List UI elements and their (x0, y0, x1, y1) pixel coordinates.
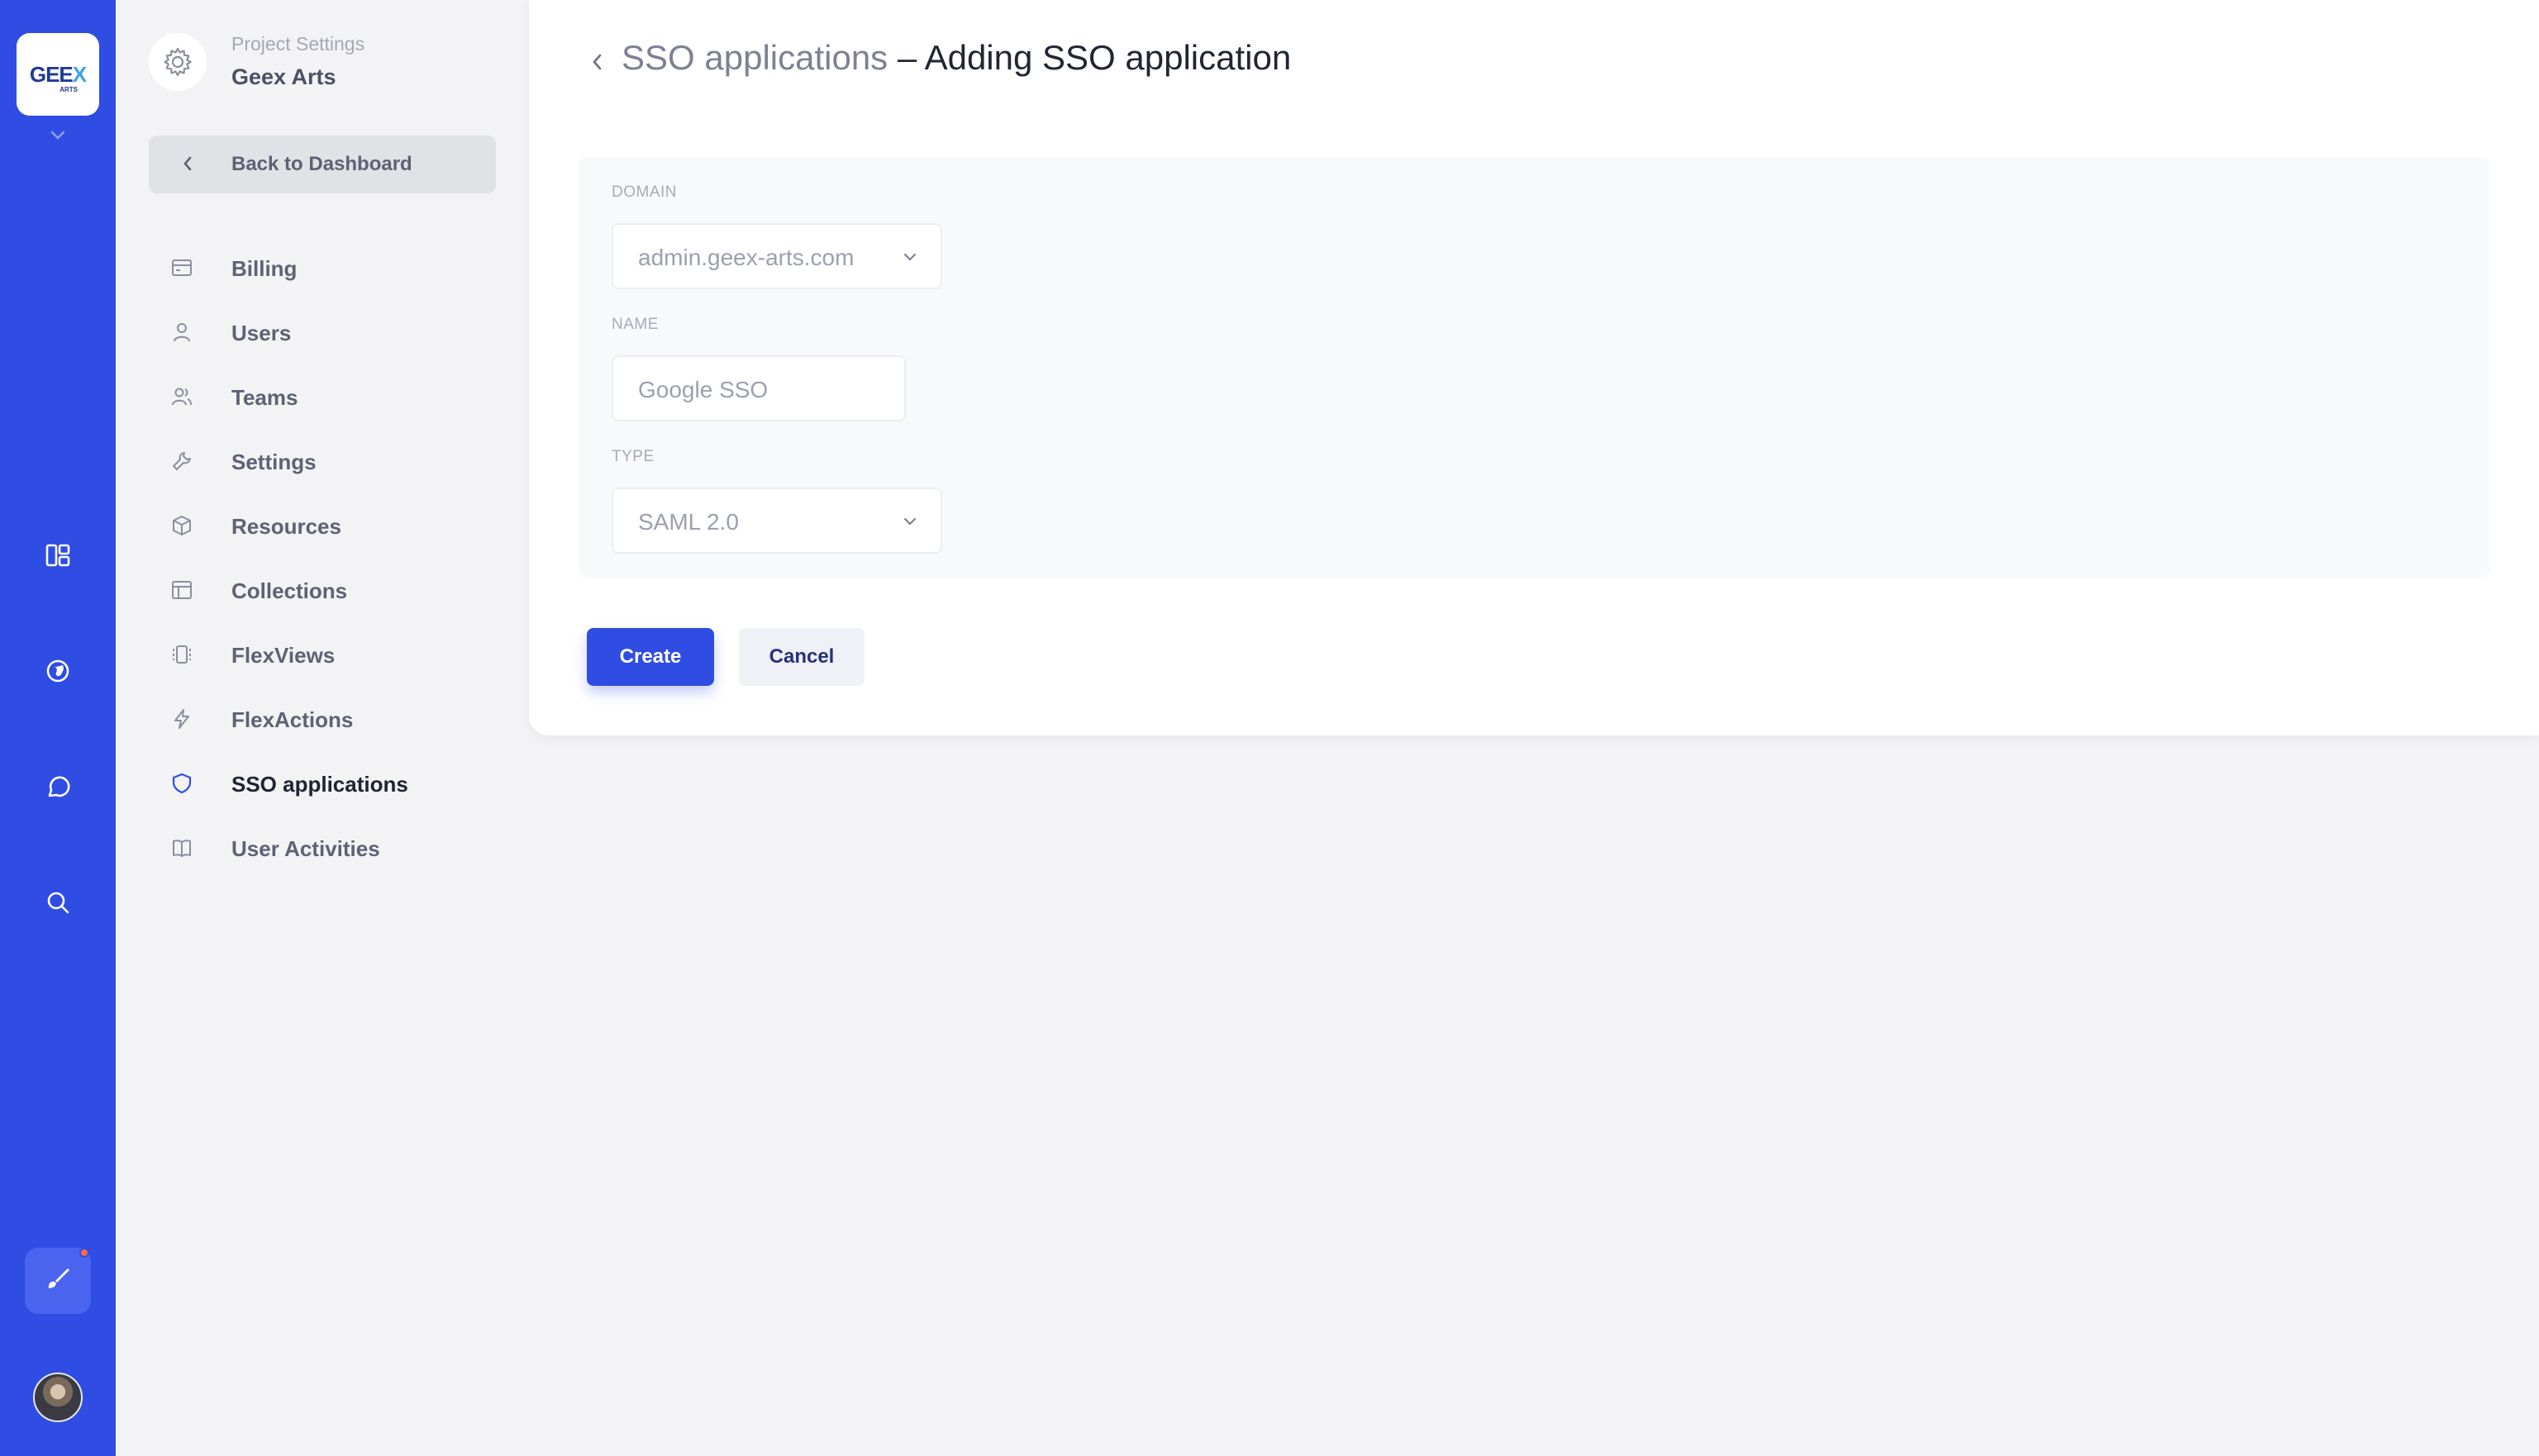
gear-icon (149, 33, 207, 91)
name-input[interactable]: Google SSO (612, 355, 906, 421)
type-select[interactable]: SAML 2.0 (612, 488, 942, 554)
project-name: Geex Arts (231, 64, 336, 89)
type-value: SAML 2.0 (638, 509, 739, 535)
app-rail: GEEX ARTS (0, 0, 116, 1456)
back-to-dashboard-button[interactable]: Back to Dashboard (149, 136, 496, 193)
project-settings-label: Project Settings (231, 33, 365, 55)
sidebar-item-label: Collections (231, 578, 348, 603)
sidebar-item-resources[interactable]: Resources (149, 501, 496, 550)
sidebar-item-settings[interactable]: Settings (149, 436, 496, 486)
user-icon (169, 320, 194, 345)
page-title: SSO applications – Adding SSO applicatio… (622, 38, 1291, 78)
create-button[interactable]: Create (587, 628, 714, 686)
sidebar-item-label: Teams (231, 385, 298, 410)
page-title-suffix: – Adding SSO application (888, 38, 1292, 77)
cube-icon (169, 513, 194, 538)
brush-icon (43, 1264, 73, 1298)
sidebar-item-label: Billing (231, 256, 298, 281)
sidebar-item-label: Resources (231, 514, 341, 539)
sidebar-item-teams[interactable]: Teams (149, 372, 496, 421)
customize-button[interactable] (25, 1248, 91, 1314)
shield-icon (169, 771, 194, 796)
sidebar-item-flexviews[interactable]: FlexViews (149, 630, 496, 679)
sidebar-item-label: FlexActions (231, 707, 354, 732)
globe-icon[interactable] (36, 649, 79, 692)
sidebar-item-billing[interactable]: Billing (149, 243, 496, 293)
domain-label: DOMAIN (612, 183, 677, 201)
chevron-left-icon (182, 155, 193, 177)
sidebar-item-label: Users (231, 321, 292, 345)
name-label: NAME (612, 316, 659, 333)
avatar[interactable] (33, 1373, 83, 1422)
breadcrumb[interactable]: SSO applications (622, 38, 888, 77)
sidebar-item-user-activities[interactable]: User Activities (149, 823, 496, 873)
sidebar-item-label: User Activities (231, 836, 380, 861)
billing-icon (169, 255, 194, 280)
name-placeholder: Google SSO (638, 377, 769, 402)
chat-icon[interactable] (36, 765, 79, 808)
domain-value: admin.geex-arts.com (638, 245, 855, 270)
sidebar-item-collections[interactable]: Collections (149, 565, 496, 615)
sidebar-item-label: SSO applications (231, 772, 408, 797)
table-icon (169, 578, 194, 602)
logo-wordmark: GEEX (29, 62, 87, 87)
sidebar-item-label: Settings (231, 450, 317, 474)
sidebar-item-sso-applications[interactable]: SSO applications (149, 759, 496, 808)
chevron-down-icon (901, 248, 919, 270)
sidebar-item-label: FlexViews (231, 643, 336, 668)
book-icon (169, 835, 194, 860)
back-chevron-icon[interactable] (587, 48, 607, 76)
bolt-icon (169, 707, 194, 731)
teams-icon (169, 384, 194, 409)
type-label: TYPE (612, 448, 655, 465)
domain-select[interactable]: admin.geex-arts.com (612, 223, 942, 289)
dashboard-icon[interactable] (36, 534, 79, 577)
sidebar-item-flexactions[interactable]: FlexActions (149, 694, 496, 744)
wrench-icon (169, 449, 194, 473)
search-icon[interactable] (36, 881, 79, 924)
app-logo[interactable]: GEEX ARTS (17, 33, 99, 116)
logo-subtext: ARTS (60, 86, 78, 93)
sidebar-item-users[interactable]: Users (149, 307, 496, 357)
flexviews-icon (169, 642, 194, 667)
notification-dot (79, 1248, 89, 1258)
back-to-dashboard-label: Back to Dashboard (231, 153, 412, 175)
chevron-down-icon (901, 512, 919, 535)
chevron-down-icon[interactable] (46, 124, 69, 147)
cancel-button[interactable]: Cancel (739, 628, 865, 686)
